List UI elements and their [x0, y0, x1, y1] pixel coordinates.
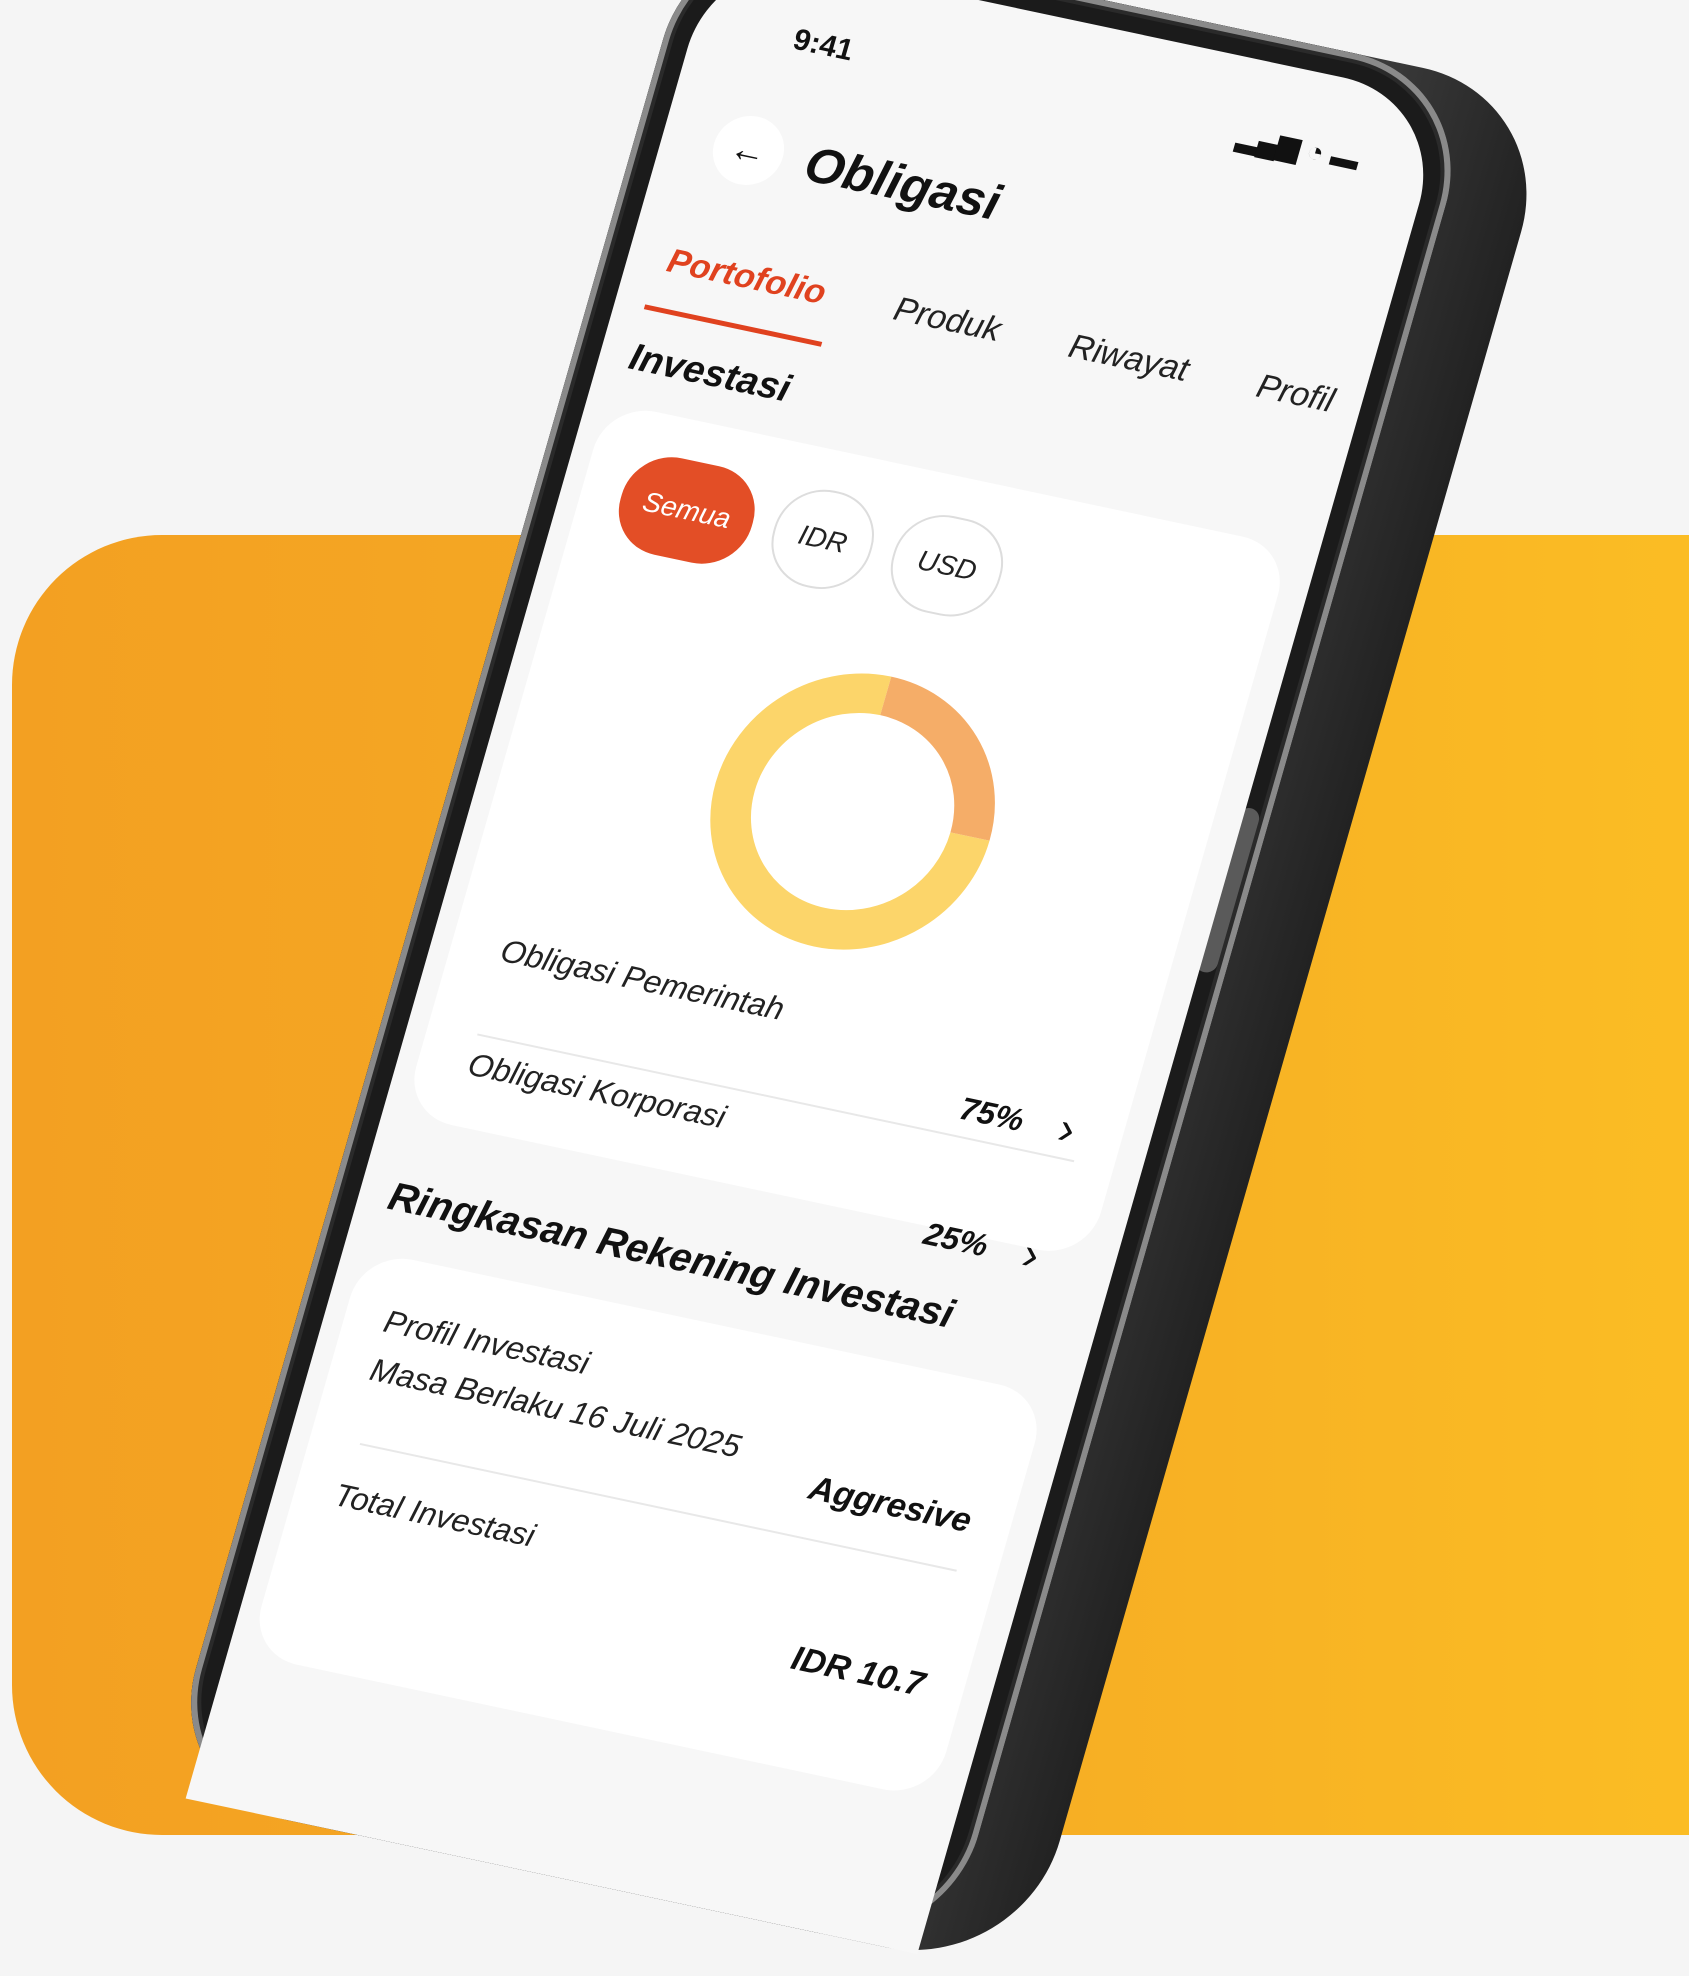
allocation-label: Obligasi Pemerintah — [496, 932, 789, 1027]
chevron-right-icon: › — [1016, 1226, 1047, 1281]
chevron-right-icon: › — [1052, 1101, 1082, 1155]
battery-icon: ▬ — [1327, 140, 1364, 177]
currency-filter: Semua IDR USD — [607, 448, 1015, 626]
tab-produk[interactable]: Produk — [870, 288, 1015, 384]
back-button[interactable]: ← — [704, 109, 793, 192]
tab-portofolio[interactable]: Portofolio — [643, 239, 841, 347]
filter-chip-semua[interactable]: Semua — [607, 448, 767, 573]
tab-bar: Portofolio Produk Riwayat Profil — [643, 239, 1349, 455]
donut-slice-obligasi-korporasi — [879, 676, 995, 841]
tab-riwayat[interactable]: Riwayat — [1045, 325, 1203, 424]
signal-icon: ▂▄▆ — [1233, 120, 1304, 164]
filter-chip-idr[interactable]: IDR — [759, 480, 886, 598]
investasi-card: Semua IDR USD Obligasi Pemerintah 75% › … — [402, 401, 1292, 1280]
tab-profil[interactable]: Profil — [1233, 365, 1348, 455]
status-time: 9:41 — [789, 23, 858, 68]
allocation-value: 25% — [919, 1215, 993, 1264]
allocation-donut-chart — [710, 673, 995, 950]
wifi-icon: ◔ — [1302, 135, 1329, 169]
section-title-investasi: Investasi — [624, 336, 796, 411]
status-icons: ▂▄▆ ◔ ▬ — [1234, 120, 1364, 177]
arrow-left-icon: ← — [725, 126, 772, 174]
summary-value: IDR 10.7 — [787, 1639, 929, 1704]
app-header: ← Obligasi — [704, 109, 1009, 237]
page-title: Obligasi — [798, 135, 1007, 231]
filter-chip-usd[interactable]: USD — [879, 506, 1015, 626]
